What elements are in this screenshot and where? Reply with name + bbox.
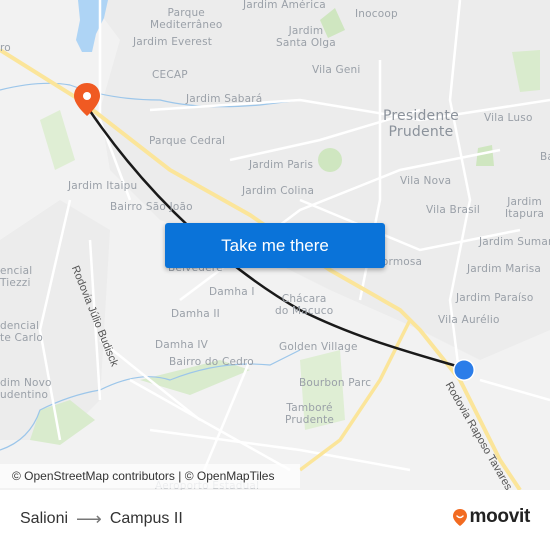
map-label: Jardim Itapura [505, 196, 545, 220]
map-label: Jardim Paraíso [456, 292, 534, 304]
moovit-logo[interactable]: moovit [452, 506, 530, 528]
map-label: Jardim América [243, 0, 326, 11]
map-label: dencial te Carlo [0, 320, 43, 344]
map-label: Damha II [171, 308, 220, 320]
origin-name: Salioni [20, 510, 69, 527]
destination-name: Campus II [109, 510, 183, 527]
footer: Salioni ⟶ Campus II moovit [0, 490, 550, 550]
map-label: Ba [540, 151, 550, 163]
map-label: Vila Geni [312, 64, 361, 76]
map-label: Parque Cedral [149, 135, 226, 147]
map-label: encial Tiezzi [0, 265, 33, 289]
city-label: Presidente Prudente [383, 108, 459, 140]
map-label: Bairro do Cedro [169, 356, 254, 368]
map-label: dim Novo udentino [0, 377, 52, 401]
map-label: Jardim Marisa [467, 263, 542, 275]
map-label: Damha IV [155, 339, 209, 351]
map-label: Golden Village [279, 341, 358, 353]
map-label: Bairro São João [110, 201, 193, 213]
arrow-right-icon: ⟶ [76, 509, 102, 529]
map-label: Jardim Santa Olga [276, 25, 336, 49]
map-label: Vila Nova [400, 175, 452, 187]
map-label: Damha I [209, 286, 255, 298]
map-label: CECAP [152, 69, 188, 81]
moovit-pin-icon [452, 508, 467, 526]
map-label: Tamboré Prudente [285, 402, 335, 426]
map-label: Jardim Itaipu [68, 180, 138, 192]
map-label: ro [0, 42, 11, 54]
map-label: Vila Brasil [426, 204, 481, 216]
map-label: Parque Mediterrâneo [150, 7, 223, 31]
map-label: Jardim Paris [249, 159, 314, 171]
destination-marker-icon[interactable] [452, 358, 476, 382]
origin-marker-icon[interactable] [72, 82, 102, 118]
brand-name: moovit [469, 506, 531, 527]
map-label: Vila Luso [484, 112, 533, 124]
map-label: Jardim Sumaré [479, 236, 550, 248]
map-label: Jardim Sabará [186, 93, 263, 105]
map-label: Chácara do Macuco [275, 293, 334, 317]
map-label: Bourbon Parc [299, 377, 372, 389]
map-label: Jardim Colina [242, 185, 315, 197]
lake [76, 0, 108, 52]
map-label: Inocoop [355, 8, 398, 20]
map-attribution[interactable]: © OpenStreetMap contributors | © OpenMap… [0, 464, 300, 488]
take-me-there-button[interactable]: Take me there [165, 223, 385, 268]
map-label: Jardim Everest [133, 36, 213, 48]
route-title: Salioni ⟶ Campus II [20, 510, 183, 528]
map-label: Vila Aurélio [438, 314, 500, 326]
map-view[interactable]: Parque Mediterrâneo Jardim América Inocoo… [0, 0, 550, 490]
